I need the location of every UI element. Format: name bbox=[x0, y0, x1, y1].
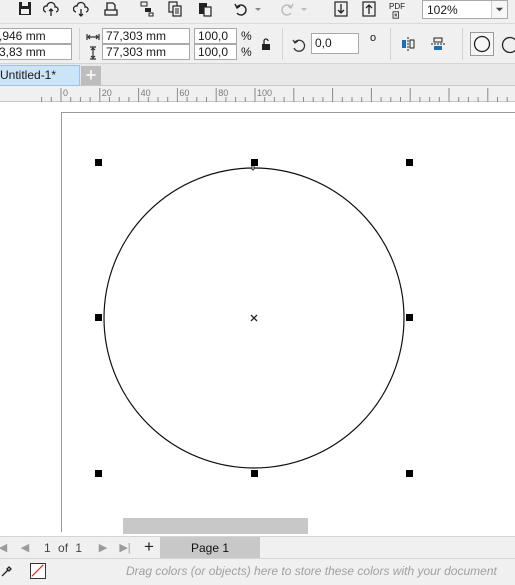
ruler-label: 100 bbox=[257, 88, 272, 98]
no-color-swatch[interactable] bbox=[30, 563, 46, 579]
ruler-label: 60 bbox=[179, 88, 189, 98]
scale-height-field[interactable]: 100,0 bbox=[194, 44, 237, 60]
coreldraw-window: PDF 102% ,946 mm 3,83 mm 77,303 mm 77,30… bbox=[0, 0, 515, 585]
print-icon[interactable] bbox=[100, 0, 122, 18]
lock-ratio-icon[interactable] bbox=[259, 37, 273, 51]
zoom-level-select[interactable]: 102% bbox=[422, 0, 508, 19]
ruler-label: 20 bbox=[102, 88, 112, 98]
width-icon bbox=[86, 34, 100, 40]
pie-icon bbox=[501, 36, 515, 54]
import-icon[interactable] bbox=[330, 0, 352, 18]
ruler-ticks: 0 20 40 60 80 100 bbox=[41, 88, 508, 102]
total-pages: 1 bbox=[75, 541, 83, 555]
handle-bottom-center[interactable] bbox=[251, 470, 258, 477]
separator bbox=[79, 28, 80, 60]
ellipse-shape-button[interactable] bbox=[470, 32, 494, 56]
center-mark-icon bbox=[250, 314, 258, 322]
first-page-icon[interactable]: ◀ bbox=[0, 540, 10, 556]
next-page-icon[interactable]: ▶ bbox=[96, 540, 110, 556]
canvas-objects bbox=[95, 159, 413, 477]
new-document-tab-button[interactable]: + bbox=[81, 66, 101, 85]
chevron-down-icon[interactable] bbox=[491, 1, 507, 18]
mirror-vertical-icon[interactable] bbox=[430, 36, 446, 52]
separator bbox=[282, 28, 283, 60]
ruler-label: 0 bbox=[63, 88, 68, 98]
object-height-field[interactable]: 77,303 mm bbox=[102, 44, 190, 60]
ellipse-node-icon[interactable] bbox=[251, 166, 255, 171]
pie-shape-button[interactable] bbox=[501, 36, 515, 54]
separator bbox=[462, 28, 463, 60]
paste-icon[interactable] bbox=[194, 0, 216, 18]
scale-width-percent: % bbox=[241, 29, 252, 43]
previous-page-icon[interactable]: ◀ bbox=[18, 540, 32, 556]
rotate-icon bbox=[292, 39, 306, 52]
scale-width-field[interactable]: 100,0 bbox=[194, 28, 237, 44]
pdf-icon bbox=[392, 10, 399, 19]
last-page-icon[interactable]: ▶| bbox=[118, 540, 132, 556]
degree-symbol: o bbox=[370, 32, 377, 44]
pdf-label: PDF bbox=[389, 1, 405, 11]
export-icon[interactable] bbox=[358, 0, 380, 18]
rotation-angle-field[interactable]: 0,0 bbox=[311, 33, 359, 54]
handle-bottom-left[interactable] bbox=[95, 470, 102, 477]
page-count: 1 of 1 bbox=[44, 541, 86, 555]
cut-icon[interactable] bbox=[136, 0, 158, 18]
palette-hint: Drag colors (or objects) here to store t… bbox=[126, 564, 497, 578]
eyedropper-icon[interactable] bbox=[0, 564, 14, 578]
horizontal-scrollbar-thumb[interactable] bbox=[123, 518, 308, 534]
document-tab-bar: Untitled-1* + bbox=[0, 64, 515, 86]
publish-pdf-button[interactable]: PDF bbox=[386, 0, 408, 20]
handle-middle-left[interactable] bbox=[95, 314, 102, 321]
ruler-label: 80 bbox=[218, 88, 228, 98]
property-bar: ,946 mm 3,83 mm 77,303 mm 77,303 mm 100,… bbox=[0, 24, 515, 64]
zoom-level-value: 102% bbox=[427, 2, 458, 17]
handle-top-center[interactable] bbox=[251, 159, 258, 166]
copy-icon[interactable] bbox=[164, 0, 186, 18]
add-page-button[interactable]: + bbox=[142, 538, 156, 556]
horizontal-ruler[interactable]: 0 20 40 60 80 100 bbox=[0, 86, 515, 102]
object-width-field[interactable]: 77,303 mm bbox=[102, 28, 190, 44]
cloud-download-icon[interactable] bbox=[70, 0, 92, 18]
scale-height-percent: % bbox=[241, 45, 252, 59]
handle-bottom-right[interactable] bbox=[406, 470, 413, 477]
height-icon bbox=[90, 46, 96, 60]
document-palette: Drag colors (or objects) here to store t… bbox=[0, 558, 515, 585]
separator bbox=[390, 28, 391, 60]
ruler-label: 40 bbox=[141, 88, 151, 98]
circle-icon bbox=[473, 35, 491, 53]
undo-dropdown-icon[interactable] bbox=[252, 0, 264, 18]
handle-top-right[interactable] bbox=[406, 159, 413, 166]
current-page-number[interactable]: 1 bbox=[44, 541, 51, 555]
y-position-field[interactable]: 3,83 mm bbox=[0, 44, 72, 60]
mirror-horizontal-icon[interactable] bbox=[400, 36, 416, 52]
handle-top-left[interactable] bbox=[95, 159, 102, 166]
x-position-field[interactable]: ,946 mm bbox=[0, 28, 72, 44]
redo-dropdown-icon[interactable] bbox=[298, 0, 310, 18]
save-icon[interactable] bbox=[14, 0, 36, 18]
handle-middle-right[interactable] bbox=[406, 314, 413, 321]
drawing-canvas[interactable] bbox=[0, 102, 515, 536]
redo-icon[interactable] bbox=[276, 0, 298, 18]
page-navigator: ◀ ◀ 1 of 1 ▶ ▶| + Page 1 bbox=[0, 536, 515, 559]
undo-icon[interactable] bbox=[230, 0, 252, 18]
cloud-upload-icon[interactable] bbox=[40, 0, 62, 18]
document-tab[interactable]: Untitled-1* bbox=[0, 65, 80, 86]
standard-toolbar: PDF 102% bbox=[0, 0, 515, 24]
page-of-label: of bbox=[58, 541, 69, 555]
page-tab[interactable]: Page 1 bbox=[160, 537, 260, 559]
